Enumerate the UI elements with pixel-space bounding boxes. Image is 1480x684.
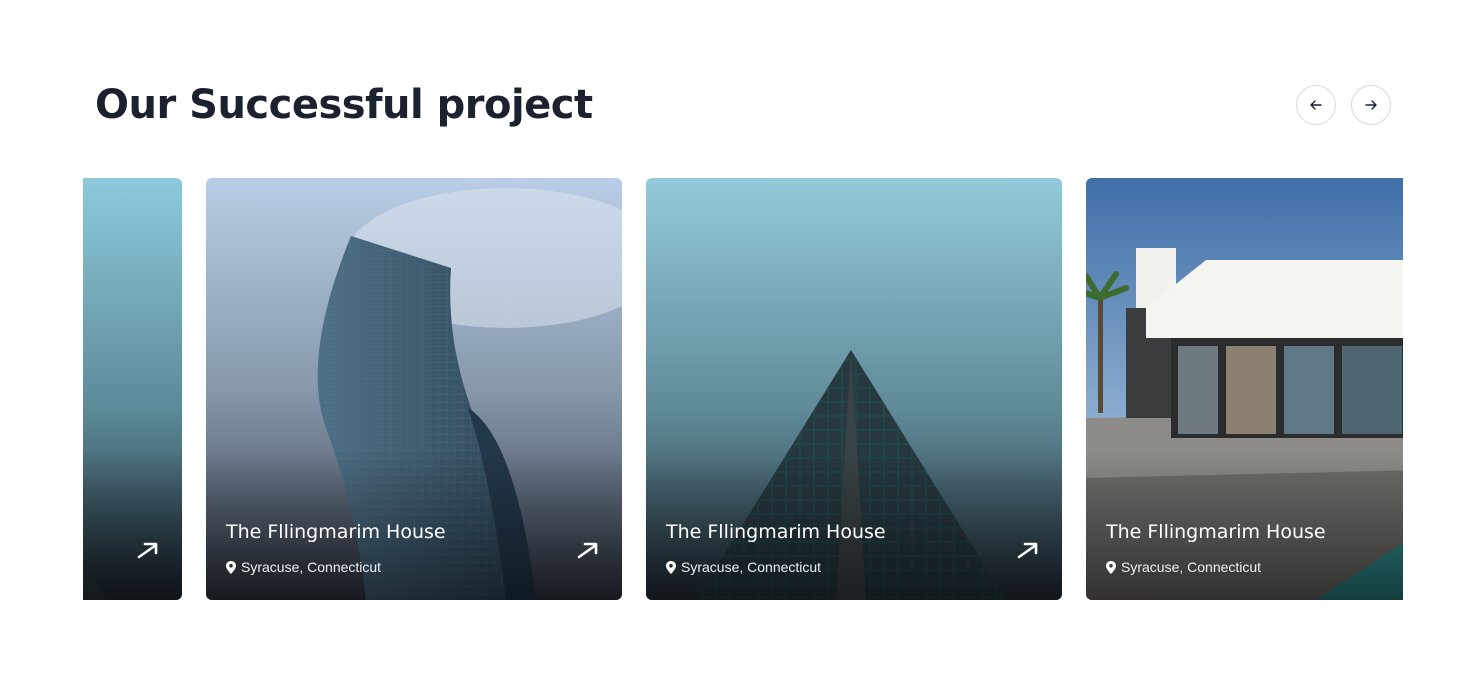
map-pin-icon xyxy=(666,560,676,574)
open-project-arrow-icon[interactable] xyxy=(136,538,160,562)
project-location: Syracuse, Connecticut xyxy=(226,559,381,575)
arrow-left-icon xyxy=(1310,100,1322,110)
project-location: Syracuse, Connecticut xyxy=(1106,559,1261,575)
open-project-arrow-icon[interactable] xyxy=(576,538,600,562)
project-title: The Fllingmarim House xyxy=(226,521,446,543)
project-card[interactable] xyxy=(83,178,182,600)
project-card[interactable]: The Fllingmarim House Syracuse, Connecti… xyxy=(206,178,622,600)
project-location-text: Syracuse, Connecticut xyxy=(1121,559,1262,575)
project-location-text: Syracuse, Connecticut xyxy=(681,559,822,575)
open-project-arrow-icon[interactable] xyxy=(1016,538,1040,562)
arrow-right-icon xyxy=(1365,100,1377,110)
project-location: Syracuse, Connecticut xyxy=(666,559,821,575)
carousel-next-button[interactable] xyxy=(1351,85,1391,125)
section-title: Our Successful project xyxy=(95,82,593,128)
carousel-prev-button[interactable] xyxy=(1296,85,1336,125)
project-card[interactable]: The Fllingmarim House Syracuse, Connecti… xyxy=(646,178,1062,600)
map-pin-icon xyxy=(1106,560,1116,574)
project-title: The Fllingmarim House xyxy=(666,521,886,543)
map-pin-icon xyxy=(226,560,236,574)
project-location-text: Syracuse, Connecticut xyxy=(241,559,382,575)
project-carousel: The Fllingmarim House Syracuse, Connecti… xyxy=(83,178,1403,600)
project-card[interactable]: The Fllingmarim House Syracuse, Connecti… xyxy=(1086,178,1403,600)
project-title: The Fllingmarim House xyxy=(1106,521,1326,543)
